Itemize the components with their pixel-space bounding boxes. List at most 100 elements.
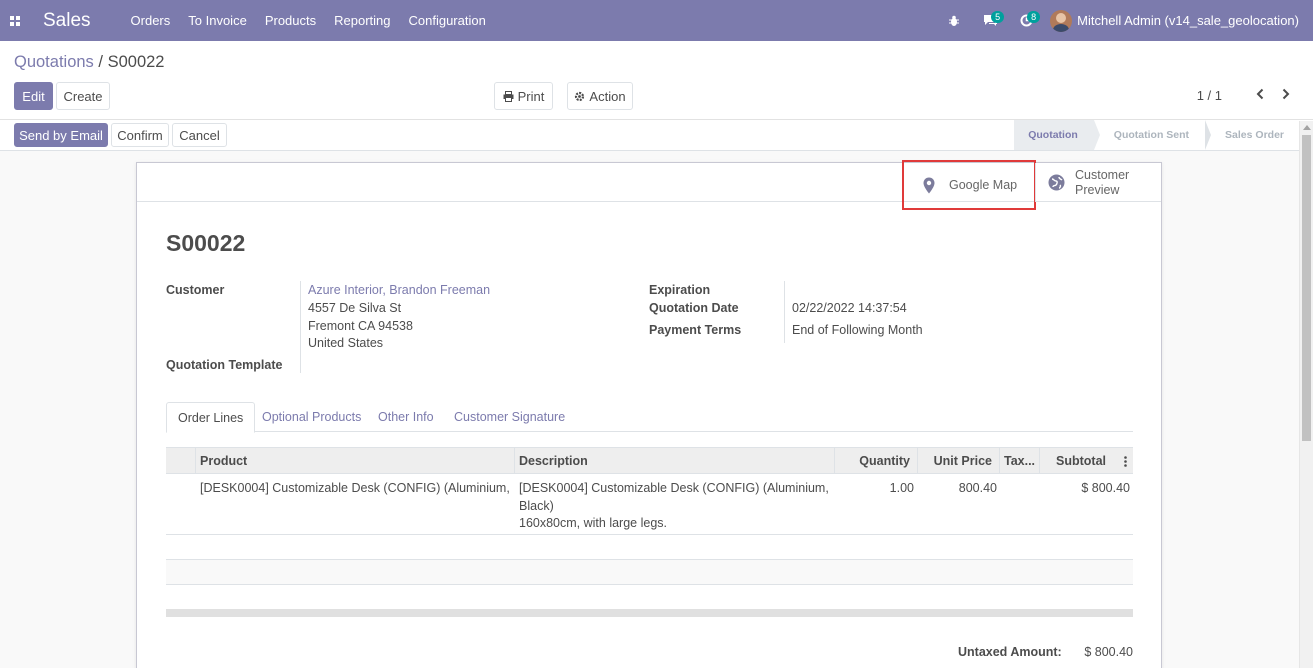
status-step-quotation[interactable]: Quotation (1014, 120, 1100, 150)
customer-city: Fremont CA 94538 (308, 319, 413, 333)
column-unit-price[interactable]: Unit Price (918, 448, 1000, 474)
pager-value[interactable]: 1 / 1 (1197, 88, 1222, 103)
user-avatar[interactable] (1050, 9, 1073, 32)
pager-previous-icon[interactable] (1252, 85, 1268, 103)
menu-to-invoice[interactable]: To Invoice (188, 13, 247, 28)
action-label: Action (589, 88, 626, 104)
tab-customer-signature[interactable]: Customer Signature (443, 402, 576, 432)
notebook-tabs: Order Lines Optional Products Other Info… (166, 402, 1133, 433)
scrollbar-thumb[interactable] (1302, 135, 1311, 441)
tab-order-lines[interactable]: Order Lines (166, 402, 256, 433)
cell-product[interactable]: [DESK0004] Customizable Desk (CONFIG) (A… (200, 480, 513, 498)
optional-columns-icon[interactable] (1118, 448, 1133, 474)
status-step-sales-order[interactable]: Sales Order (1205, 120, 1300, 150)
empty-row (166, 535, 1133, 559)
gear-icon (575, 91, 585, 101)
messages-badge: 5 (991, 11, 1005, 23)
form-sheet: Google Map Customer Preview S00022 Custo… (136, 160, 1162, 668)
smart-button-box: Google Map Customer Preview (137, 160, 1161, 210)
send-by-email-button[interactable]: Send by Email (14, 123, 108, 147)
customer-label: Customer (166, 283, 225, 297)
customer-preview-button[interactable]: Customer Preview (1035, 163, 1161, 202)
activities-badge: 8 (1027, 11, 1041, 23)
main-menu: Orders To Invoice Products Reporting Con… (131, 13, 504, 28)
activities-icon[interactable]: 8 (1008, 0, 1044, 41)
untaxed-amount-label: Untaxed Amount: (958, 645, 1062, 659)
menu-reporting[interactable]: Reporting (334, 13, 390, 28)
globe-icon (1048, 174, 1065, 191)
payment-terms-label: Payment Terms (649, 323, 742, 337)
cell-unit-price[interactable]: 800.40 (918, 480, 997, 498)
quotation-template-label: Quotation Template (166, 358, 283, 372)
field-separator (784, 281, 785, 343)
cancel-button[interactable]: Cancel (172, 123, 227, 147)
quotation-date-field[interactable]: 02/22/2022 14:37:54 (792, 300, 907, 318)
empty-row (166, 560, 1133, 584)
customer-field[interactable]: Azure Interior, Brandon Freeman (308, 282, 490, 300)
create-button[interactable]: Create (56, 82, 110, 110)
customer-street: 4557 De Silva St (308, 301, 402, 315)
messages-icon[interactable]: 5 (972, 0, 1008, 41)
google-map-button[interactable]: Google Map (902, 160, 1036, 210)
bug-icon[interactable] (936, 0, 972, 41)
form-statusbar: Send by Email Confirm Cancel Quotation Q… (0, 120, 1313, 151)
action-button[interactable]: Action (567, 82, 633, 110)
status-step-label: Quotation (1028, 129, 1078, 141)
cell-quantity[interactable]: 1.00 (835, 480, 914, 498)
tab-other-info[interactable]: Other Info (367, 402, 445, 432)
empty-row (166, 585, 1133, 609)
payment-terms-field[interactable]: End of Following Month (792, 322, 923, 340)
top-navbar: Sales Orders To Invoice Products Reporti… (0, 0, 1313, 41)
menu-orders[interactable]: Orders (131, 13, 171, 28)
print-label: Print (517, 88, 545, 104)
cell-description[interactable]: [DESK0004] Customizable Desk (CONFIG) (A… (519, 480, 831, 533)
table-footer (166, 609, 1133, 617)
user-menu[interactable]: Mitchell Admin (v14_sale_geolocation) (1077, 13, 1299, 28)
status-step-label: Quotation Sent (1113, 129, 1190, 141)
scroll-up-icon[interactable] (1303, 125, 1311, 130)
breadcrumb-separator: / (98, 53, 103, 71)
pager-next-icon[interactable] (1278, 85, 1294, 103)
menu-configuration[interactable]: Configuration (409, 13, 486, 28)
description-line: [DESK0004] Customizable Desk (CONFIG) (A… (519, 481, 829, 495)
page-scrollbar[interactable] (1299, 121, 1313, 668)
step-separator (1205, 120, 1212, 150)
status-step-quotation-sent[interactable]: Quotation Sent (1094, 120, 1212, 150)
breadcrumb: Quotations / S00022 (14, 53, 164, 72)
customer-preview-label-2: Preview (1075, 182, 1120, 197)
column-subtotal[interactable]: Subtotal (1040, 448, 1112, 474)
navbar-systray: 5 8 Mitchell Admin (v14_sale_geolocation… (936, 0, 1313, 41)
breadcrumb-quotations[interactable]: Quotations (14, 53, 94, 71)
confirm-button[interactable]: Confirm (111, 123, 169, 147)
print-button[interactable]: Print (494, 82, 553, 110)
customer-preview-label-1: Customer (1075, 167, 1130, 182)
edit-button[interactable]: Edit (14, 82, 53, 110)
quotation-date-label: Quotation Date (649, 301, 739, 315)
print-icon (503, 90, 514, 102)
column-quantity[interactable]: Quantity (835, 448, 918, 474)
expiration-label: Expiration (649, 283, 711, 297)
map-marker-icon (923, 177, 935, 193)
customer-country: United States (308, 336, 384, 350)
handle-column (166, 448, 196, 474)
apps-menu-icon[interactable] (0, 0, 30, 41)
breadcrumb-current: S00022 (107, 53, 165, 71)
step-separator (1093, 120, 1100, 150)
description-line: Black) (519, 498, 554, 513)
column-description[interactable]: Description (515, 448, 835, 474)
field-separator (300, 281, 301, 373)
cell-subtotal: $ 800.40 (1081, 481, 1130, 495)
google-map-label: Google Map (949, 178, 1018, 192)
table-header: Product Description Quantity Unit Price … (166, 447, 1133, 474)
app-name[interactable]: Sales (43, 10, 91, 32)
description-line: 160x80cm, with large legs. (519, 516, 667, 530)
column-taxes[interactable]: Tax... (1000, 448, 1040, 474)
menu-products[interactable]: Products (265, 13, 316, 28)
control-panel: Quotations / S00022 Edit Create Print Ac… (0, 41, 1313, 120)
form-content: Google Map Customer Preview S00022 Custo… (0, 151, 1299, 668)
column-product[interactable]: Product (196, 448, 515, 474)
tab-optional-products[interactable]: Optional Products (251, 402, 372, 432)
status-step-label: Sales Order (1225, 129, 1284, 141)
untaxed-amount-value: $ 800.40 (1084, 645, 1133, 659)
record-title: S00022 (166, 230, 246, 256)
